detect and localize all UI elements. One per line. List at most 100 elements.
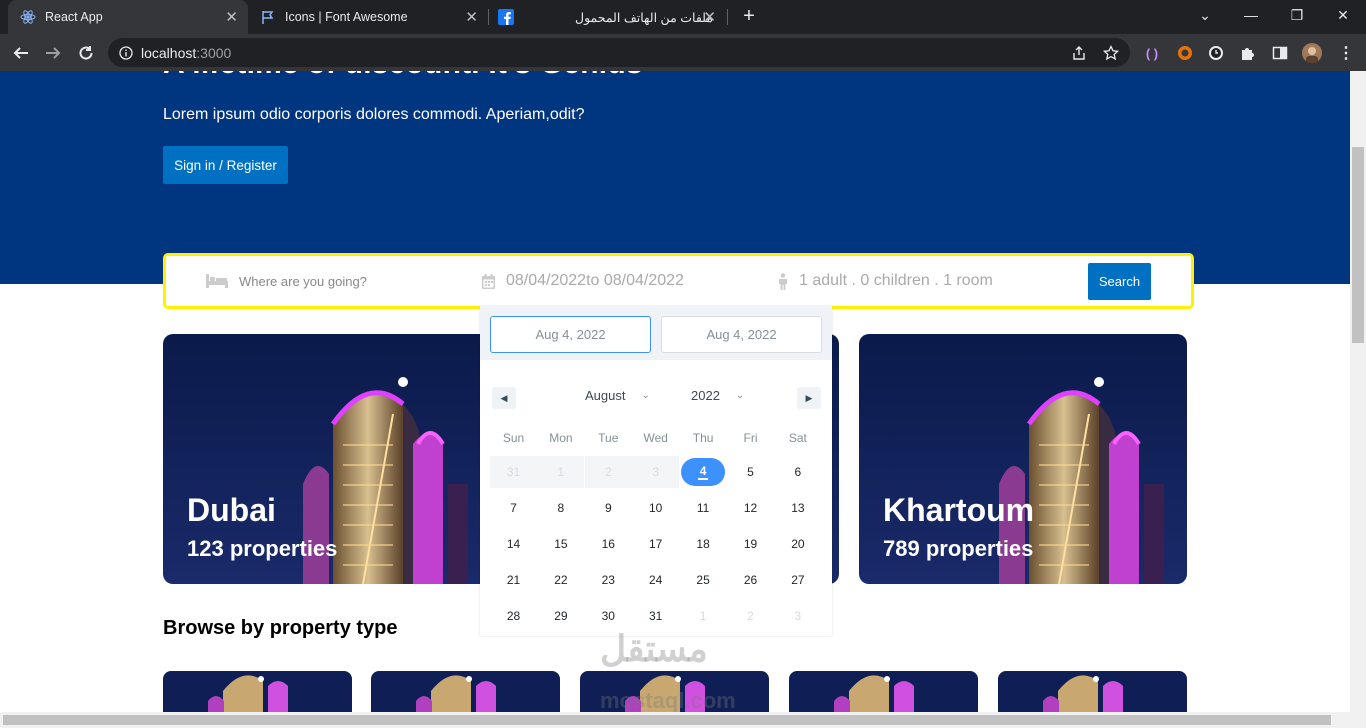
reload-button[interactable] <box>72 39 100 67</box>
weekday-label: Thu <box>692 431 714 445</box>
restore-button[interactable]: ❐ <box>1274 0 1320 30</box>
calendar-day[interactable]: 23 <box>585 564 632 596</box>
menu-icon[interactable]: ⋮ <box>1336 43 1356 63</box>
react-icon <box>20 9 36 25</box>
minimize-button[interactable]: — <box>1228 0 1274 30</box>
calendar-day[interactable]: 9 <box>585 492 632 524</box>
property-type-image <box>371 671 560 712</box>
destination-field[interactable]: Where are you going? <box>206 256 456 306</box>
guests-field[interactable]: 1 adult . 0 children . 1 room <box>778 256 1038 306</box>
month-select[interactable]: August ⌄ <box>585 388 650 403</box>
calendar-day[interactable]: 18 <box>680 528 727 560</box>
city-name: Khartoum <box>883 492 1035 528</box>
calendar-day[interactable]: 29 <box>537 600 584 632</box>
close-window-button[interactable]: ✕ <box>1320 0 1366 30</box>
browser-toolbar: localhost:3000 ( ) ⋮ <box>0 34 1366 71</box>
arrow-left-icon <box>13 47 28 59</box>
next-month-button[interactable]: ▶ <box>797 387 821 409</box>
back-button[interactable] <box>7 39 35 67</box>
calendar-day[interactable]: 20 <box>774 528 821 560</box>
calendar-day[interactable]: 7 <box>490 492 537 524</box>
horizontal-scrollbar[interactable] <box>0 712 1366 728</box>
calendar-day[interactable]: 24 <box>632 564 679 596</box>
extension-brackets-icon[interactable]: ( ) <box>1142 43 1162 63</box>
watermark-logo: مستقل <box>600 628 708 669</box>
vertical-scrollbar[interactable] <box>1350 71 1366 712</box>
close-tab-icon[interactable]: ✕ <box>225 8 238 26</box>
date-display-row: Aug 4, 2022 Aug 4, 2022 <box>480 306 832 360</box>
forward-button[interactable] <box>39 39 67 67</box>
address-bar[interactable]: localhost:3000 <box>108 38 1130 67</box>
property-type-card[interactable] <box>371 671 560 712</box>
tab-separator <box>727 9 728 25</box>
calendar-day[interactable]: 19 <box>727 528 774 560</box>
end-date-input[interactable]: Aug 4, 2022 <box>661 316 822 353</box>
property-type-image <box>998 671 1187 712</box>
calendar-day[interactable]: 17 <box>632 528 679 560</box>
weekday-label: Tue <box>598 431 619 445</box>
start-date-input[interactable]: Aug 4, 2022 <box>490 316 651 353</box>
calendar-day: 3 <box>632 456 680 488</box>
facebook-icon <box>498 9 514 25</box>
new-tab-button[interactable]: + <box>738 5 760 27</box>
signin-register-button[interactable]: Sign in / Register <box>163 146 288 184</box>
share-icon[interactable] <box>1071 45 1087 61</box>
search-bar: Where are you going? 08/04/2022to 08/04/… <box>163 253 1194 309</box>
star-icon[interactable] <box>1103 44 1119 61</box>
featured-card-khartoum[interactable]: Khartoum 789 properties <box>859 334 1187 584</box>
property-type-card[interactable] <box>998 671 1187 712</box>
property-count: 789 properties <box>883 536 1034 561</box>
calendar-day[interactable]: 16 <box>585 528 632 560</box>
calendar-day[interactable]: 15 <box>537 528 584 560</box>
side-panel-icon[interactable] <box>1270 43 1290 63</box>
tab-facebook[interactable]: ملفات من الهاتف المحمول ✕ <box>490 0 726 34</box>
calendar-day[interactable]: 6 <box>774 456 821 488</box>
calendar-day[interactable]: 14 <box>490 528 537 560</box>
calendar-day[interactable]: 25 <box>680 564 727 596</box>
weekday-label: Sat <box>788 431 807 445</box>
calendar-day[interactable]: 5 <box>727 456 774 488</box>
tab-react-app[interactable]: React App ✕ <box>8 0 248 34</box>
url-text: localhost:3000 <box>141 44 232 61</box>
calendar-icon <box>482 273 495 289</box>
profile-avatar[interactable] <box>1302 43 1322 63</box>
scrollbar-thumb[interactable] <box>3 715 1331 725</box>
calendar-day[interactable]: 26 <box>727 564 774 596</box>
year-select[interactable]: 2022 ⌄ <box>691 388 744 403</box>
calendar-day[interactable]: 8 <box>537 492 584 524</box>
extension-orange-icon[interactable] <box>1175 43 1195 63</box>
person-icon <box>779 272 787 290</box>
calendar-day[interactable]: 28 <box>490 600 537 632</box>
tab-title: Icons | Font Awesome <box>285 10 408 24</box>
calendar-day[interactable]: 13 <box>774 492 821 524</box>
search-button[interactable]: Search <box>1088 263 1151 300</box>
hero-description: Lorem ipsum odio corporis dolores commod… <box>163 106 585 123</box>
chevron-down-icon: ⌄ <box>641 390 650 401</box>
calendar-day[interactable]: 4 <box>680 456 727 488</box>
calendar-day[interactable]: 21 <box>490 564 537 596</box>
calendar-day[interactable]: 27 <box>774 564 821 596</box>
calendar-day[interactable]: 10 <box>632 492 679 524</box>
tab-title: ملفات من الهاتف المحمول <box>575 10 713 25</box>
puzzle-icon[interactable] <box>1238 43 1258 63</box>
close-tab-icon[interactable]: ✕ <box>703 8 716 26</box>
info-icon <box>119 45 133 60</box>
page-viewport: A lifetime of discount. It's Genius Lore… <box>0 71 1350 712</box>
close-tab-icon[interactable]: ✕ <box>465 8 478 26</box>
flag-icon <box>260 9 276 25</box>
weekday-label: Mon <box>549 431 573 445</box>
tab-search-button[interactable]: ⌄ <box>1182 0 1228 30</box>
calendar-day[interactable]: 12 <box>727 492 774 524</box>
property-type-card[interactable] <box>163 671 352 712</box>
bed-icon <box>206 274 228 288</box>
scrollbar-thumb[interactable] <box>1352 147 1364 343</box>
property-type-card[interactable] <box>789 671 978 712</box>
calendar-day[interactable]: 22 <box>537 564 584 596</box>
prev-month-button[interactable]: ◀ <box>492 387 516 409</box>
extension-clock-icon[interactable] <box>1206 43 1226 63</box>
calendar-day[interactable]: 11 <box>680 492 727 524</box>
date-range-field[interactable]: 08/04/2022to 08/04/2022 <box>482 256 732 306</box>
calendar-day: 1 <box>537 456 585 488</box>
date-range-text: 08/04/2022to 08/04/2022 <box>506 272 684 289</box>
tab-font-awesome[interactable]: Icons | Font Awesome ✕ <box>248 0 488 34</box>
